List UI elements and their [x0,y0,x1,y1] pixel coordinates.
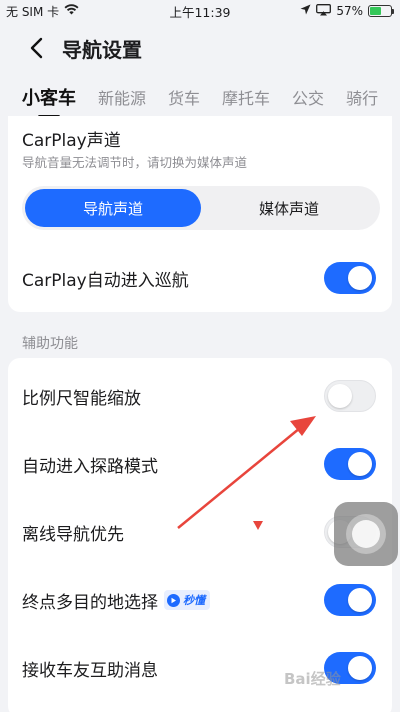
toggle-knob [348,452,372,476]
toggle-knob [348,266,372,290]
carplay-channel-description: 导航音量无法调节时，请切换为媒体声道 [22,155,248,170]
page-title: 导航设置 [62,37,142,62]
audio-channel-segmented-control: 导航声道 媒体声道 [22,186,380,230]
multi-destination-label: 终点多目的地选择 [22,592,158,613]
vehicle-tabs: 小客车 新能源 货车 摩托车 公交 骑行 [0,76,400,118]
explore-mode-label: 自动进入探路模式 [22,456,158,477]
tab-bus[interactable]: 公交 [292,85,324,109]
nav-channel-option[interactable]: 导航声道 [25,189,201,227]
tab-cycling[interactable]: 骑行 [346,85,378,109]
carplay-cruise-toggle[interactable] [324,262,376,294]
back-chevron-icon[interactable] [24,36,48,60]
multi-destination-label-group: 终点多目的地选择 秒懂 [22,588,210,613]
carpool-messages-label: 接收车友互助消息 [22,660,158,681]
offline-nav-label: 离线导航优先 [22,524,124,545]
toggle-knob [348,656,372,680]
screen-mirror-icon [316,3,332,19]
location-arrow-icon [300,4,311,18]
status-left: 无 SIM 卡 [6,3,79,20]
badge-text: 秒懂 [183,594,205,607]
battery-icon [368,5,394,17]
explore-mode-row: 自动进入探路模式 [8,430,392,498]
play-icon [167,593,180,607]
carplay-settings-card: CarPlay声道 导航音量无法调节时，请切换为媒体声道 导航声道 媒体声道 C… [8,116,392,312]
assistive-touch-button[interactable] [334,502,398,566]
tab-truck[interactable]: 货车 [168,85,200,109]
carplay-cruise-row: CarPlay自动进入巡航 [8,244,392,312]
scale-zoom-row: 比例尺智能缩放 [8,362,392,430]
media-channel-option[interactable]: 媒体声道 [201,189,377,227]
tab-new-energy[interactable]: 新能源 [98,85,146,109]
multi-destination-row: 终点多目的地选择 秒懂 [8,566,392,634]
status-bar: 无 SIM 卡 上午11:39 57% [0,0,400,22]
scale-zoom-label: 比例尺智能缩放 [22,388,141,409]
scale-zoom-toggle[interactable] [324,380,376,412]
carrier-text: 无 SIM 卡 [6,4,60,19]
wifi-icon [64,4,79,18]
explore-mode-toggle[interactable] [324,448,376,480]
assist-section-title: 辅助功能 [22,336,78,352]
tab-motorcycle[interactable]: 摩托车 [222,85,270,109]
tab-car[interactable]: 小客车 [22,84,76,118]
assistive-touch-dot [352,520,380,548]
battery-level-fill [370,7,382,15]
multi-destination-toggle[interactable] [324,584,376,616]
battery-percent: 57% [336,4,363,18]
toggle-knob [348,588,372,612]
assistive-touch-ring [346,514,386,554]
carplay-channel-title: CarPlay声道 [22,131,121,151]
nav-header: 导航设置 [0,22,400,74]
watermark-text: Bai经验 [284,670,341,688]
status-right: 57% [300,3,394,19]
toggle-knob [328,384,352,408]
carplay-cruise-label: CarPlay自动进入巡航 [22,270,189,291]
quick-explain-badge[interactable]: 秒懂 [164,590,210,610]
